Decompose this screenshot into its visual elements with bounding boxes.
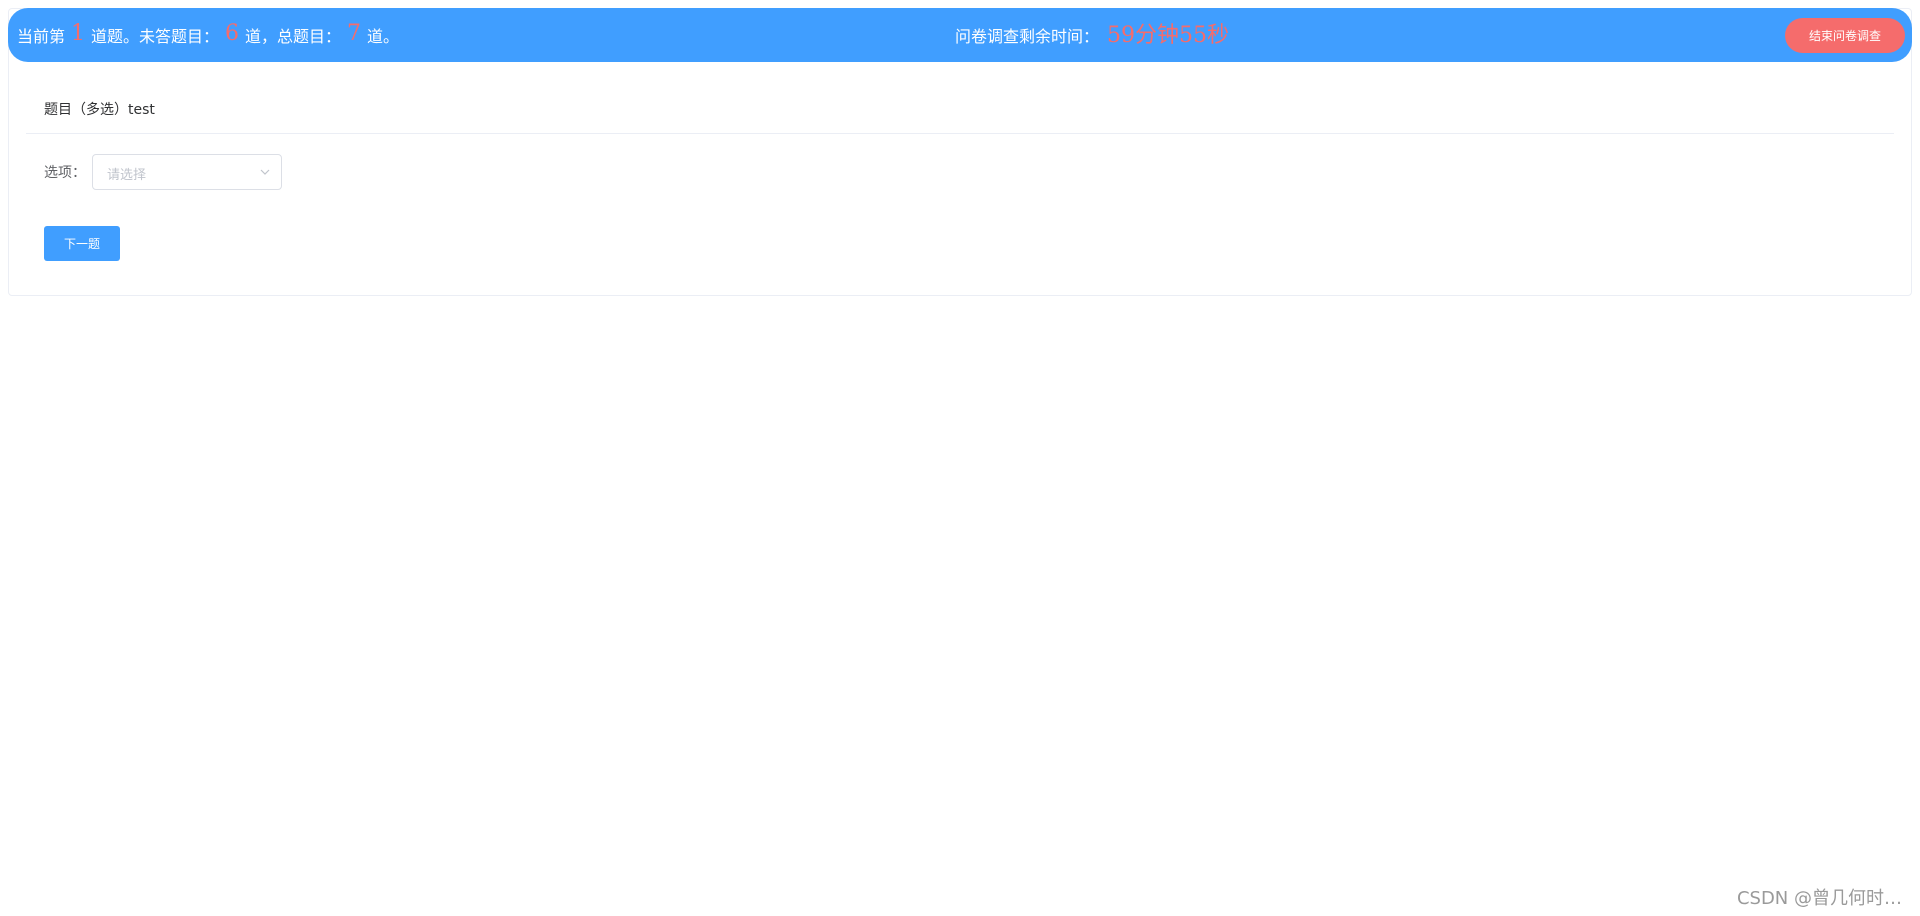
progress-mid2: 道，总题目： <box>245 27 342 46</box>
unanswered-count: 6 <box>225 20 240 46</box>
option-select[interactable]: 请选择 <box>92 154 282 190</box>
option-label: 选项： <box>44 165 86 181</box>
select-placeholder: 请选择 <box>107 168 147 183</box>
chevron-down-icon <box>260 169 270 175</box>
question-header: 题目（多选）test <box>26 62 1894 134</box>
watermark: CSDN @曾几何时… <box>1736 888 1902 909</box>
timer-label: 问卷调查剩余时间： <box>955 27 1100 46</box>
survey-page: 当前第 1 道题。未答题目： 6 道，总题目： 7 道。 问卷调查剩余时间： 5… <box>0 0 1920 916</box>
survey-header-bar: 当前第 1 道题。未答题目： 6 道，总题目： 7 道。 问卷调查剩余时间： 5… <box>8 8 1912 62</box>
remaining-time: 问卷调查剩余时间： 59分钟55秒 <box>955 8 1229 62</box>
next-question-button[interactable]: 下一题 <box>44 226 120 261</box>
progress-suffix: 道。 <box>367 27 400 46</box>
progress-prefix: 当前第 <box>17 27 66 46</box>
total-count: 7 <box>347 20 362 46</box>
current-question-number: 1 <box>71 20 86 46</box>
progress-info: 当前第 1 道题。未答题目： 6 道，总题目： 7 道。 <box>17 8 399 62</box>
progress-mid1: 道题。未答题目： <box>91 27 220 46</box>
question-title: 题目（多选）test <box>44 102 155 118</box>
timer-value: 59分钟55秒 <box>1107 23 1230 48</box>
end-survey-button[interactable]: 结束问卷调查 <box>1785 18 1905 53</box>
